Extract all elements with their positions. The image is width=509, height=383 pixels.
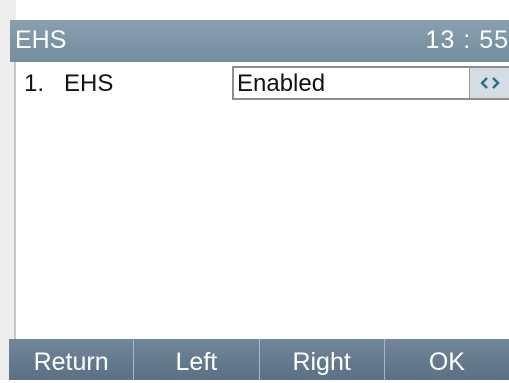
selected-value: Enabled <box>237 70 326 97</box>
return-softkey[interactable]: Return <box>9 339 135 380</box>
left-right-arrows-icon <box>480 77 500 89</box>
phone-screen: EHS 13 : 55 1. EHS Enabled Return Left R… <box>0 0 509 380</box>
page-title: EHS <box>15 26 67 54</box>
title-bar: EHS 13 : 55 <box>10 20 509 62</box>
setting-row-ehs[interactable]: 1. EHS Enabled <box>16 64 509 102</box>
row-index: 1. <box>24 70 45 97</box>
settings-list: 1. EHS Enabled <box>14 62 509 339</box>
setting-label: EHS <box>64 70 114 97</box>
value-switch-button[interactable] <box>469 68 509 98</box>
softkey-bar: Return Left Right OK <box>9 339 509 380</box>
left-softkey[interactable]: Left <box>134 339 260 380</box>
clock-time: 13 : 55 <box>425 26 509 54</box>
right-softkey[interactable]: Right <box>260 339 385 380</box>
ehs-value-selector[interactable]: Enabled <box>232 66 509 100</box>
ok-softkey[interactable]: OK <box>385 339 509 380</box>
